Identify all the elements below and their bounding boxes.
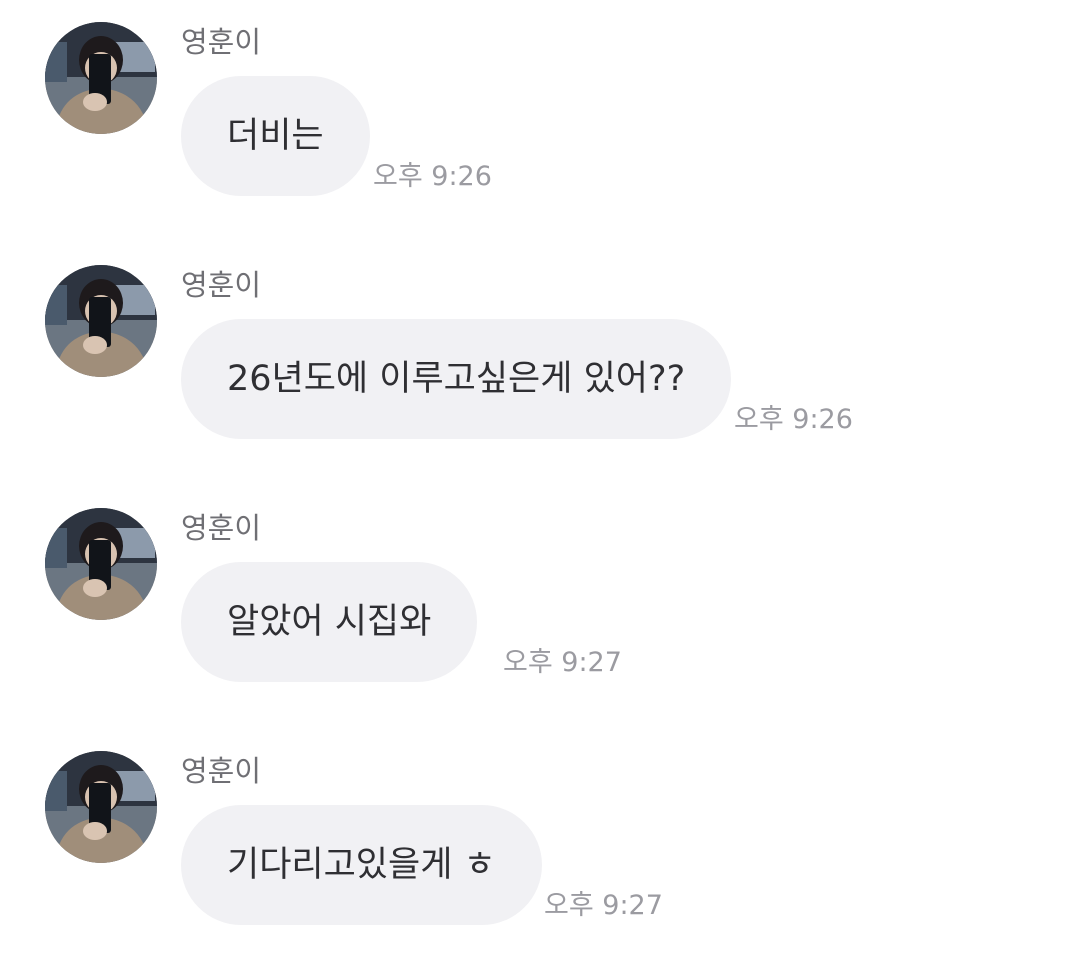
avatar[interactable] [45,265,157,377]
message-bubble[interactable]: 기다리고있을게 ㅎ [181,805,542,925]
message-row: 영훈이 알았어 시집와 오후 9:27 [0,486,1080,686]
message-time: 오후 9:26 [373,161,492,192]
sender-name: 영훈이 [181,511,262,545]
profile-photo-icon [45,751,157,863]
avatar[interactable] [45,508,157,620]
message-row: 영훈이 더비는 오후 9:26 [0,0,1080,200]
sender-name: 영훈이 [181,268,262,302]
profile-photo-icon [45,265,157,377]
profile-photo-icon [45,22,157,134]
sender-name: 영훈이 [181,25,262,59]
message-time: 오후 9:27 [544,890,663,921]
avatar[interactable] [45,751,157,863]
profile-photo-icon [45,508,157,620]
message-time: 오후 9:27 [503,647,622,678]
sender-name: 영훈이 [181,754,262,788]
message-row: 영훈이 26년도에 이루고싶은게 있어?? 오후 9:26 [0,243,1080,443]
message-bubble[interactable]: 더비는 [181,76,370,196]
message-time: 오후 9:26 [734,404,853,435]
message-bubble[interactable]: 26년도에 이루고싶은게 있어?? [181,319,732,439]
message-bubble[interactable]: 알았어 시집와 [181,562,478,682]
message-row: 영훈이 기다리고있을게 ㅎ 오후 9:27 [0,729,1080,929]
avatar[interactable] [45,22,157,134]
